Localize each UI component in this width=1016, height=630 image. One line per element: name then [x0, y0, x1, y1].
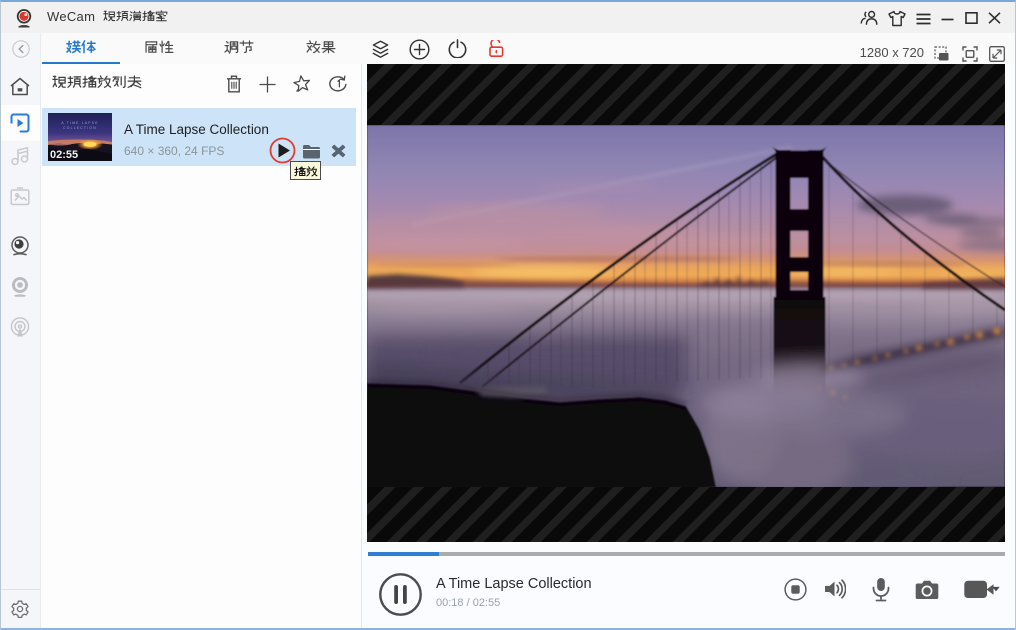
svg-text:02:55: 02:55 — [50, 149, 78, 161]
svg-text:A TIME LAPSE: A TIME LAPSE — [61, 121, 98, 125]
svg-text:COLLECTION: COLLECTION — [63, 126, 97, 130]
